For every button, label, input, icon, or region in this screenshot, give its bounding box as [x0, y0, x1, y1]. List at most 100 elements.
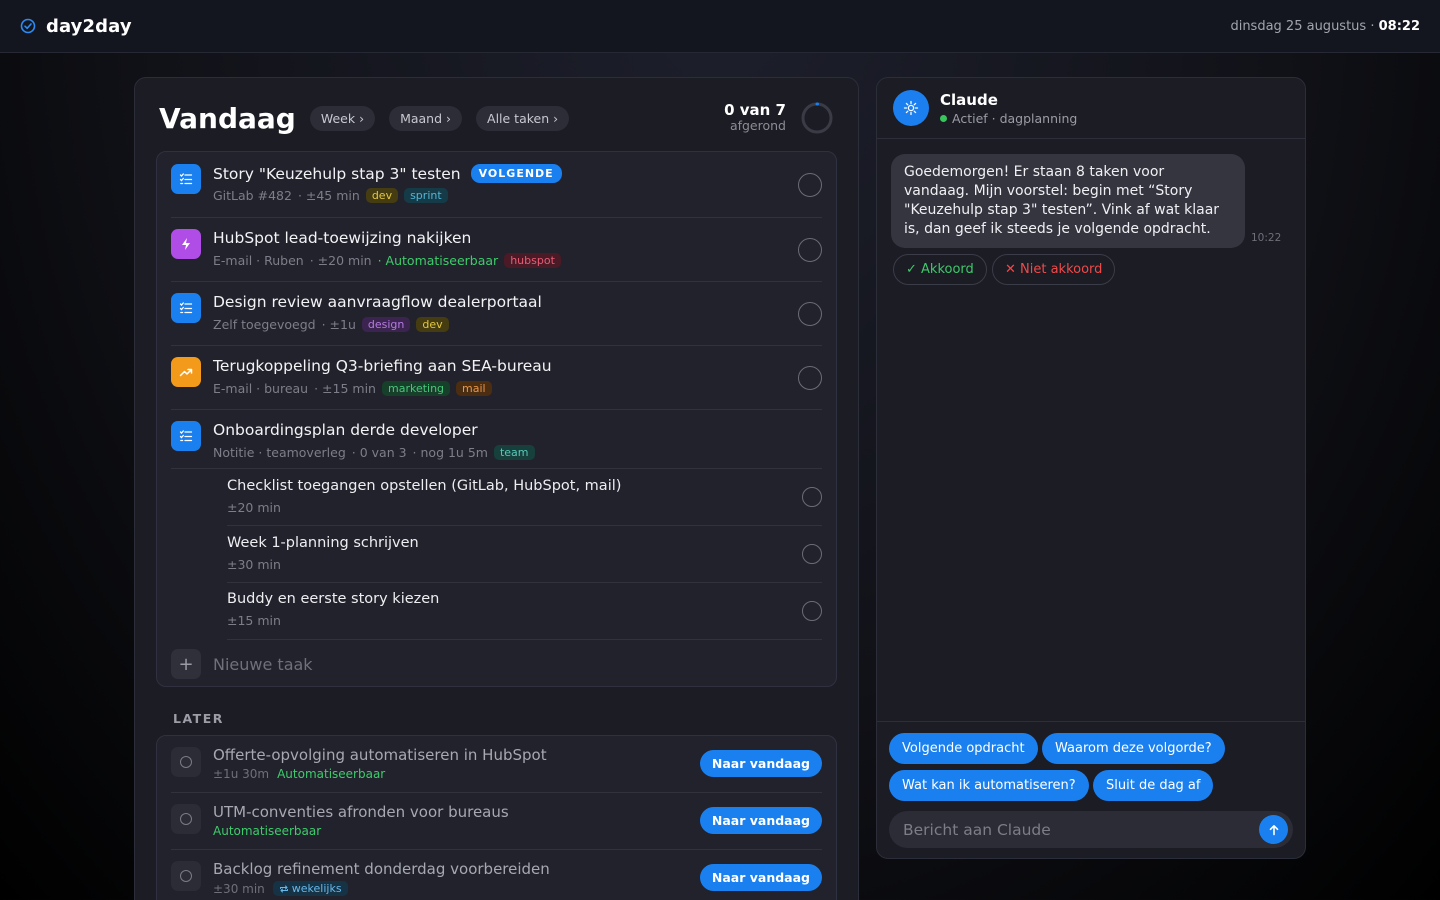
task-duration: · ±45 min [297, 188, 360, 203]
task-item[interactable]: Design review aanvraagflow dealerportaal… [171, 282, 822, 346]
add-task-button[interactable]: + [171, 649, 201, 679]
chat-input-container [889, 811, 1293, 848]
task-checkbox[interactable] [798, 238, 822, 262]
subtask-checkbox[interactable] [802, 601, 822, 621]
progress-label: afgerond [729, 118, 786, 134]
later-item-title: Backlog refinement donderdag voorbereide… [213, 860, 550, 878]
quick-reply-close-day[interactable]: Sluit de dag af [1093, 770, 1214, 801]
task-checkbox[interactable] [798, 302, 822, 326]
move-to-today-button[interactable]: Naar vandaag [699, 807, 822, 834]
subtask-title: Checklist toegangen opstellen (GitLab, H… [227, 478, 622, 494]
quick-reply-automate[interactable]: Wat kan ik automatiseren? [889, 770, 1089, 801]
later-item-title: UTM-conventies afronden voor bureaus [213, 803, 509, 821]
current-time: 08:22 [1378, 18, 1420, 34]
recurring-label: wekelijks [291, 882, 342, 895]
circle-icon[interactable] [171, 804, 201, 834]
subtask-item[interactable]: Checklist toegangen opstellen (GitLab, H… [227, 469, 822, 526]
subtask-checkbox[interactable] [802, 487, 822, 507]
agree-button[interactable]: ✓ Akkoord [893, 254, 987, 285]
progress-summary: 0 van 7 afgerond [724, 101, 834, 135]
assistant-avatar [893, 90, 929, 126]
task-duration: · ±20 min [309, 253, 372, 268]
chat-footer: Volgende opdracht Waarom deze volgorde? … [877, 721, 1305, 858]
automatable-label: Automatiseerbaar [213, 824, 322, 838]
quick-reply-why[interactable]: Waarom deze volgorde? [1042, 733, 1225, 764]
new-task-label[interactable]: Nieuwe taak [213, 655, 313, 674]
subtask-item[interactable]: Buddy en eerste story kiezen ±15 min [227, 583, 822, 640]
checklist-icon [171, 421, 201, 451]
chat-header: Claude Actief · dagplanning [877, 78, 1305, 139]
check-circle-icon [20, 18, 36, 34]
later-item-duration: ±30 min [213, 881, 265, 896]
checklist-icon [171, 293, 201, 323]
later-item[interactable]: Offerte-opvolging automatiseren in HubSp… [171, 736, 822, 793]
move-to-today-button[interactable]: Naar vandaag [699, 750, 822, 777]
quick-reply-next[interactable]: Volgende opdracht [889, 733, 1038, 764]
subtask-item[interactable]: Week 1-planning schrijven ±30 min [227, 526, 822, 583]
tag-sprint: sprint [404, 188, 448, 203]
task-source: Notitie · teamoverleg [213, 445, 346, 460]
task-item[interactable]: HubSpot lead-toewijzing nakijken E-mail … [171, 218, 822, 282]
send-button[interactable] [1259, 815, 1288, 844]
task-item[interactable]: Onboardingsplan derde developer Notitie … [171, 410, 822, 469]
task-remaining: · nog 1u 5m [412, 445, 488, 460]
arrow-up-icon [1269, 824, 1278, 835]
subtask-title: Week 1-planning schrijven [227, 535, 419, 551]
move-to-today-button[interactable]: Naar vandaag [699, 864, 822, 891]
task-item[interactable]: Terugkoppeling Q3-briefing aan SEA-burea… [171, 346, 822, 410]
message-time: 10:22 [1251, 232, 1282, 244]
subtask-duration: ±20 min [227, 500, 281, 515]
task-checkbox[interactable] [798, 366, 822, 390]
tag-mail: mail [456, 381, 492, 396]
week-link[interactable]: Week › [309, 105, 376, 131]
brand[interactable]: day2day [20, 16, 132, 37]
task-source: E-mail · Ruben [213, 253, 304, 268]
assistant-name: Claude [940, 91, 998, 109]
sun-icon [903, 100, 919, 116]
progress-ring [801, 102, 833, 134]
new-task-row[interactable]: + Nieuwe taak [171, 649, 313, 679]
later-item[interactable]: UTM-conventies afronden voor bureaus Aut… [171, 793, 822, 850]
today-task-list: Story "Keuzehulp stap 3" testen VOLGENDE… [156, 151, 837, 687]
task-item[interactable]: Story "Keuzehulp stap 3" testen VOLGENDE… [171, 152, 822, 218]
task-title: Onboardingsplan derde developer [213, 421, 478, 439]
task-title: Design review aanvraagflow dealerportaal [213, 293, 542, 311]
tag-hubspot: hubspot [504, 253, 561, 268]
subtask-duration: ±15 min [227, 613, 281, 628]
assistant-status: Actief · dagplanning [952, 111, 1078, 126]
bolt-icon [171, 229, 201, 259]
tag-team: team [493, 445, 535, 460]
disagree-button[interactable]: ✕ Niet akkoord [992, 254, 1116, 285]
task-title: Story "Keuzehulp stap 3" testen [213, 164, 461, 183]
assistant-chat-panel: Claude Actief · dagplanning Goedemorgen!… [876, 77, 1306, 859]
app-name: day2day [46, 15, 132, 37]
later-item-title: Offerte-opvolging automatiseren in HubSp… [213, 746, 547, 764]
circle-icon[interactable] [171, 861, 201, 891]
later-item[interactable]: Backlog refinement donderdag voorbereide… [171, 850, 822, 900]
top-bar: day2day dinsdag 25 augustus · 08:22 [0, 0, 1440, 53]
tag-design: design [361, 317, 411, 332]
subtask-checkbox[interactable] [802, 544, 822, 564]
circle-icon[interactable] [171, 747, 201, 777]
recurring-tag: wekelijks [272, 881, 348, 896]
page-title: Vandaag [159, 101, 296, 135]
today-panel: Vandaag Week › Maand › Alle taken › 0 va… [134, 77, 859, 900]
tag-marketing: marketing [381, 381, 451, 396]
trend-icon [171, 357, 201, 387]
today-header: Vandaag Week › Maand › Alle taken › 0 va… [159, 98, 834, 138]
current-date: dinsdag 25 augustus [1230, 18, 1367, 34]
task-source: E-mail · bureau [213, 381, 309, 396]
date-time: dinsdag 25 augustus · 08:22 [1230, 19, 1420, 34]
task-source: Zelf toegevoegd [213, 317, 316, 332]
all-tasks-link[interactable]: Alle taken › [476, 105, 570, 131]
chat-input[interactable] [889, 811, 1249, 848]
date-separator: · [1370, 18, 1375, 34]
task-checkbox[interactable] [798, 173, 822, 197]
task-title: Terugkoppeling Q3-briefing aan SEA-burea… [213, 357, 552, 375]
automatable-label: Automatiseerbaar [277, 767, 386, 781]
month-link[interactable]: Maand › [389, 105, 463, 131]
later-task-list: Offerte-opvolging automatiseren in HubSp… [156, 735, 837, 900]
next-badge: VOLGENDE [470, 164, 562, 183]
tag-dev: dev [416, 317, 449, 332]
later-section-title: LATER [173, 711, 224, 726]
